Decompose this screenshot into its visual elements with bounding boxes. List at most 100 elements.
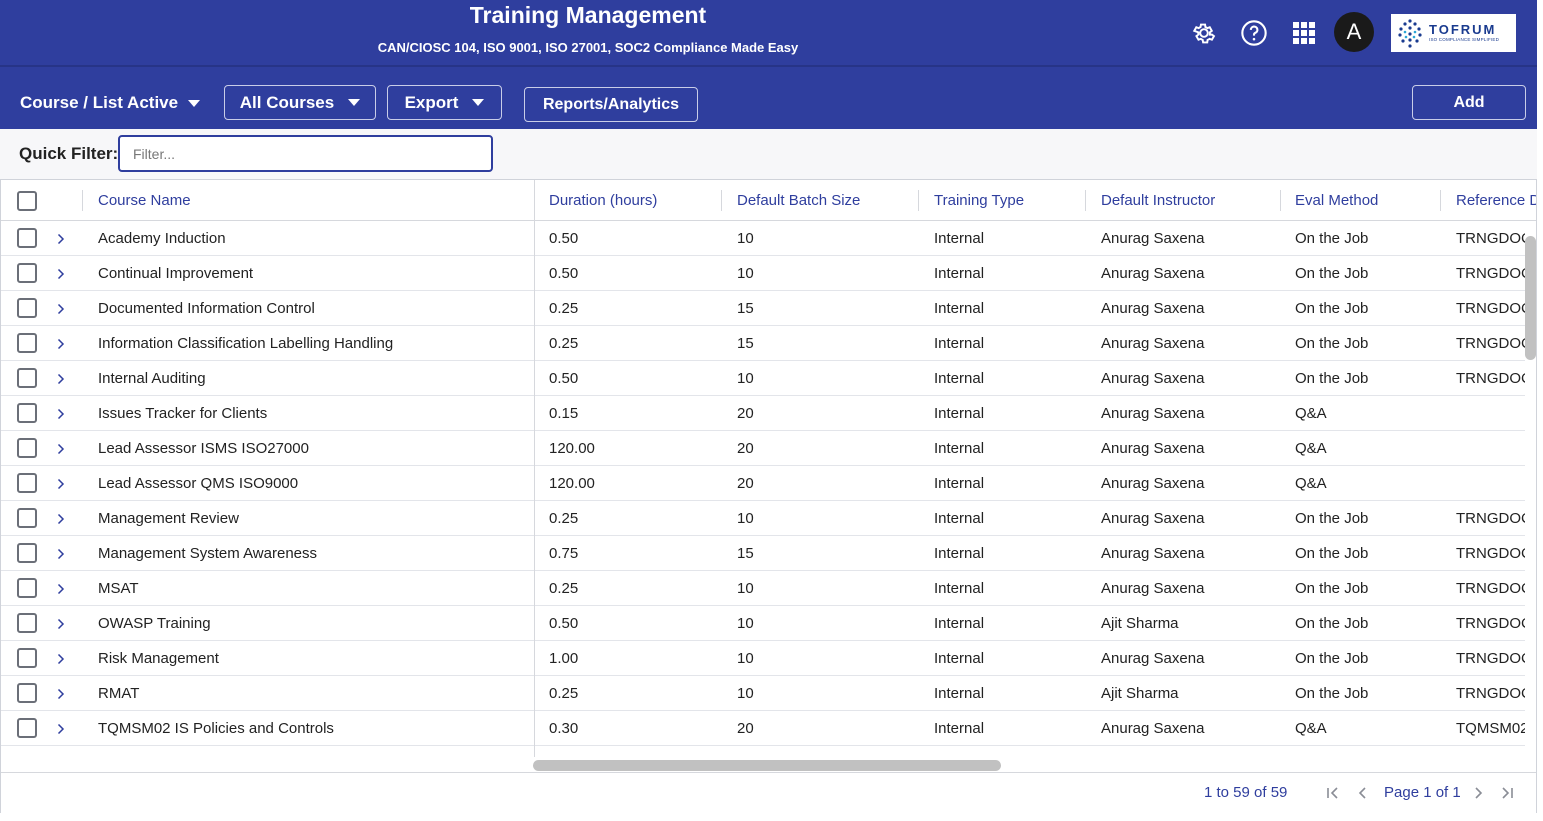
grid-body: Academy Induction 0.50 10 Internal Anurag Sa… [1, 221, 1536, 757]
cell-default-instructor: Anurag Saxena [1101, 720, 1205, 737]
horizontal-scrollbar[interactable] [533, 760, 1001, 771]
chevron-right-icon[interactable] [55, 606, 67, 641]
table-row[interactable]: TQMSM02 IS Policies and Controls 0.30 20 In… [1, 711, 1525, 746]
cell-course-name: Internal Auditing [98, 370, 206, 387]
chevron-right-icon[interactable] [55, 291, 67, 326]
cell-course-name: Continual Improvement [98, 265, 254, 282]
toolbar: Course / List Active All Courses Export … [0, 65, 1537, 129]
table-row[interactable]: Management System Awareness 0.75 15 Interna… [1, 536, 1525, 571]
cell-duration: 0.25 [549, 685, 579, 702]
table-row[interactable]: Information Classification Labelling Han… [1, 326, 1525, 361]
chevron-right-icon[interactable] [55, 641, 67, 676]
help-icon[interactable] [1239, 18, 1269, 48]
table-row[interactable]: Documented Information Control 0.25 15 Inte… [1, 291, 1525, 326]
next-page-icon[interactable] [1470, 785, 1486, 801]
table-row[interactable]: Lead Assessor QMS ISO9000 120.00 20 Interna… [1, 466, 1525, 501]
view-selector-dropdown[interactable]: Course / List Active [20, 93, 201, 113]
cell-duration: 120.00 [549, 475, 595, 492]
column-header-eval-method[interactable]: Eval Method [1295, 180, 1430, 221]
settings-icon[interactable] [1189, 18, 1219, 48]
column-header-reference-doc[interactable]: Reference D [1456, 180, 1536, 221]
column-header-duration[interactable]: Duration (hours) [549, 180, 714, 221]
export-dropdown[interactable]: Export [387, 85, 502, 120]
cell-reference-doc: TRNGDOC [1456, 230, 1525, 247]
table-row[interactable]: RMAT 0.25 10 Internal Ajit Sharma On the Job T… [1, 676, 1525, 711]
cell-duration: 0.15 [549, 405, 579, 422]
row-checkbox[interactable] [17, 508, 37, 528]
logo-mark-icon [1398, 19, 1422, 48]
cell-duration: 0.25 [549, 300, 579, 317]
table-row[interactable]: Management Review 0.25 10 Internal Anurag Sa… [1, 501, 1525, 536]
add-button[interactable]: Add [1412, 85, 1526, 120]
table-row[interactable]: Academy Induction 0.50 10 Internal Anurag Sa… [1, 221, 1525, 256]
vertical-scrollbar[interactable] [1525, 236, 1536, 360]
row-checkbox[interactable] [17, 298, 37, 318]
cell-batch-size: 10 [737, 650, 754, 667]
export-label: Export [404, 92, 459, 112]
cell-eval-method: On the Job [1295, 685, 1369, 702]
cell-reference-doc: TQMSM02 [1456, 720, 1525, 737]
chevron-right-icon[interactable] [55, 466, 67, 501]
table-row[interactable]: Lead Assessor ISMS ISO27000 120.00 20 Inter… [1, 431, 1525, 466]
cell-batch-size: 10 [737, 615, 754, 632]
last-page-icon[interactable] [1499, 785, 1515, 801]
row-checkbox[interactable] [17, 438, 37, 458]
cell-batch-size: 15 [737, 545, 754, 562]
cell-duration: 0.50 [549, 370, 579, 387]
table-row[interactable]: MSAT 0.25 10 Internal Anurag Saxena On the Jo… [1, 571, 1525, 606]
column-separator [918, 190, 919, 211]
chevron-right-icon[interactable] [55, 396, 67, 431]
chevron-right-icon[interactable] [55, 711, 67, 746]
row-checkbox[interactable] [17, 648, 37, 668]
row-checkbox[interactable] [17, 368, 37, 388]
cell-batch-size: 20 [737, 405, 754, 422]
chevron-right-icon[interactable] [55, 361, 67, 396]
table-row[interactable]: Continual Improvement 0.50 10 Internal Anura… [1, 256, 1525, 291]
chevron-right-icon[interactable] [55, 501, 67, 536]
user-avatar[interactable]: A [1334, 12, 1374, 52]
row-checkbox[interactable] [17, 403, 37, 423]
previous-page-icon[interactable] [1355, 785, 1371, 801]
cell-default-instructor: Anurag Saxena [1101, 580, 1205, 597]
chevron-right-icon[interactable] [55, 431, 67, 466]
chevron-right-icon[interactable] [55, 676, 67, 711]
table-row[interactable]: Internal Auditing 0.50 10 Internal Anurag Sa… [1, 361, 1525, 396]
column-header-course-name[interactable]: Course Name [98, 180, 528, 221]
reports-analytics-button[interactable]: Reports/Analytics [524, 87, 698, 122]
chevron-right-icon[interactable] [55, 326, 67, 361]
chevron-right-icon[interactable] [55, 221, 67, 256]
logo-name: TOFRUM [1429, 22, 1497, 37]
cell-course-name: Documented Information Control [98, 300, 315, 317]
pinned-column-divider [534, 180, 535, 757]
cell-training-type: Internal [934, 230, 985, 247]
column-header-training-type[interactable]: Training Type [934, 180, 1079, 221]
chevron-right-icon[interactable] [55, 571, 67, 606]
chevron-right-icon[interactable] [55, 256, 67, 291]
table-row[interactable]: Risk Management 1.00 10 Internal Anurag Saxe… [1, 641, 1525, 676]
column-header-default-instructor[interactable]: Default Instructor [1101, 180, 1273, 221]
row-checkbox[interactable] [17, 228, 37, 248]
row-checkbox[interactable] [17, 683, 37, 703]
row-checkbox[interactable] [17, 718, 37, 738]
row-checkbox[interactable] [17, 473, 37, 493]
all-courses-dropdown[interactable]: All Courses [224, 85, 376, 120]
first-page-icon[interactable] [1325, 785, 1341, 801]
quick-filter-input[interactable] [118, 135, 493, 172]
cell-training-type: Internal [934, 720, 985, 737]
chevron-right-icon[interactable] [55, 536, 67, 571]
apps-grid-icon[interactable] [1289, 18, 1319, 48]
cell-training-type: Internal [934, 335, 985, 352]
cell-training-type: Internal [934, 685, 985, 702]
row-checkbox[interactable] [17, 263, 37, 283]
cell-course-name: Information Classification Labelling Han… [98, 335, 394, 352]
table-row[interactable]: OWASP Training 0.50 10 Internal Ajit Sharma O… [1, 606, 1525, 641]
select-all-checkbox[interactable] [17, 191, 37, 211]
column-header-batch-size[interactable]: Default Batch Size [737, 180, 912, 221]
app-header: Training Management CAN/CIOSC 104, ISO 9… [0, 0, 1537, 65]
row-checkbox[interactable] [17, 543, 37, 563]
row-checkbox[interactable] [17, 333, 37, 353]
column-separator [721, 190, 722, 211]
row-checkbox[interactable] [17, 613, 37, 633]
table-row[interactable]: Issues Tracker for Clients 0.15 20 Internal… [1, 396, 1525, 431]
row-checkbox[interactable] [17, 578, 37, 598]
